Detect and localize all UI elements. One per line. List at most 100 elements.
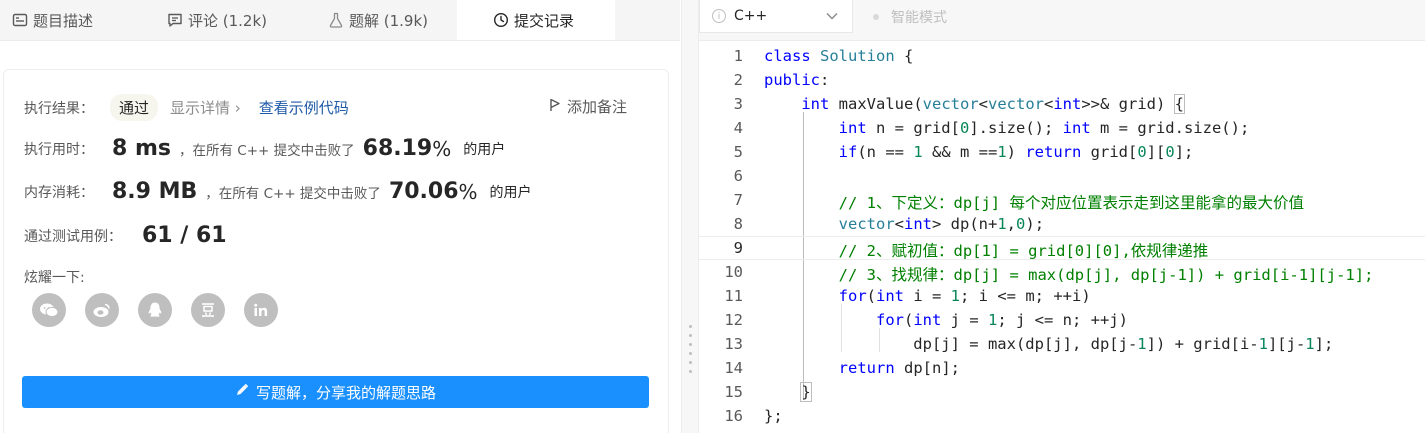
line-number: 12 [724,311,743,329]
write-solution-button[interactable]: 写题解，分享我的解题思路 [22,376,649,408]
memory-key: 内存消耗： [24,184,94,201]
line-number: 13 [724,335,743,353]
drag-handle-icon[interactable] [689,325,693,385]
code-line: 10 // 3、找规律：dp[j] = max(dp[j], dp[j-1]) … [699,260,1425,284]
submission-result-card: 执行结果： 通过 显示详情 › 查看示例代码 添加备注 执行用时： 8 ms ，… [3,69,669,433]
line-number: 10 [724,263,743,281]
code-text: public: [764,71,830,89]
code-comment: // 1、下定义：dp[j] 每个对应位置表示走到这里能拿的最大价值 [764,194,1304,212]
line-number: 14 [724,359,743,377]
code-text: for(int i = 1; i <= m; ++i) [838,287,1091,305]
code-line: 6 [699,164,1425,188]
status-dot-icon [873,13,879,20]
tab-submissions[interactable]: 提交记录 [457,0,615,40]
code-text: }; [764,407,783,425]
qq-icon[interactable] [138,293,172,327]
runtime-percent: 68.19 [362,136,433,161]
code-text: int maxValue(vector<vector<int>>& grid) … [801,94,1186,114]
share-buttons [32,293,297,327]
code-line: 14 return dp[n]; [699,356,1425,380]
write-solution-label: 写题解，分享我的解题思路 [255,383,436,402]
code-text: return dp[n]; [838,359,960,377]
code-line: 2 public: [699,68,1425,92]
smart-mode-label: 智能模式 [891,9,947,26]
memory-users-suffix: 的用户 [489,184,532,201]
line-number: 16 [724,407,743,425]
status-badge: 通过 [110,94,159,121]
tab-comments-label: 评论 (1.2k) [188,11,268,30]
language-select[interactable]: i C++ [699,0,853,33]
add-note-label: 添加备注 [567,98,628,116]
code-text: for(int j = 1; j <= n; ++j) [875,311,1128,329]
code-line-current: 9 // 2、赋初值：dp[1] = grid[0][0],依规律递推 [699,236,1425,260]
code-line: 11 for(int i = 1; i <= m; ++i) [699,284,1425,308]
problem-tabbar: 题目描述 评论 (1.2k) 题解 (1.9k) 提交记录 [0,0,680,41]
status-row: 执行结果： 通过 显示详情 › 查看示例代码 [24,94,349,121]
testcases-key: 通过测试用例： [24,228,122,245]
flask-icon [328,12,344,28]
code-line: 13 dp[j] = max(dp[j], dp[j-1]) + grid[i-… [699,332,1425,356]
code-line: 3 int maxValue(vector<vector<int>>& grid… [699,92,1425,116]
clock-icon [493,12,509,28]
code-line: 5 if(n == 1 && m ==1) return grid[0][0]; [699,140,1425,164]
testcases-value: 61 / 61 [142,223,227,248]
share-label: 炫耀一下: [24,270,85,286]
testcases-row: 通过测试用例： 61 / 61 [24,223,227,248]
code-line: 8 vector<int> dp(n+1,0); [699,212,1425,236]
runtime-percent-sign: % [432,136,452,161]
code-comment: // 2、赋初值：dp[1] = grid[0][0],依规律递推 [764,242,1209,260]
code-text: class Solution { [764,47,914,65]
memory-beat-text: ，在所有 C++ 提交中击败了 [205,185,381,202]
chevron-down-icon [826,9,838,23]
weibo-icon[interactable] [85,293,119,327]
line-number: 2 [733,71,743,89]
code-line: 15 } [699,380,1425,404]
tab-solutions-label: 题解 (1.9k) [349,11,429,30]
runtime-value: 8 ms [112,136,171,161]
status-key: 执行结果： [24,100,94,117]
runtime-row: 执行用时： 8 ms ，在所有 C++ 提交中击败了 68.19% 的用户 [24,136,505,161]
line-number: 4 [733,119,743,137]
code-comment: // 3、找规律：dp[j] = max(dp[j], dp[j-1]) + g… [764,266,1374,284]
view-example-code-link[interactable]: 查看示例代码 [259,97,349,118]
line-number: 6 [733,167,743,185]
code-text: dp[j] = max(dp[j], dp[j-1]) + grid[i-1][… [764,335,1334,353]
editor-toolbar: i C++ 智能模式 [699,0,1425,41]
code-line: 1 class Solution { [699,44,1425,68]
line-number: 1 [733,47,743,65]
line-number: 11 [724,287,743,305]
line-number: 7 [733,191,743,209]
douban-icon[interactable] [191,293,225,327]
tab-comments[interactable]: 评论 (1.2k) [167,0,267,40]
tab-description[interactable]: 题目描述 [12,0,93,40]
document-icon [12,12,28,28]
tab-description-label: 题目描述 [33,11,94,30]
linkedin-icon[interactable] [244,293,278,327]
code-text: int n = grid[0].size(); int m = grid.siz… [838,119,1250,137]
add-note-button[interactable]: 添加备注 [549,96,627,117]
code-text: if(n == 1 && m ==1) return grid[0][0]; [838,143,1194,161]
line-number: 9 [733,239,743,257]
smart-mode-toggle[interactable]: 智能模式 [873,0,947,33]
language-label: C++ [734,8,768,24]
tab-submissions-label: 提交记录 [514,11,575,30]
line-number: 8 [733,215,743,233]
wechat-icon[interactable] [32,293,66,327]
memory-percent-sign: % [458,179,478,204]
line-number: 5 [733,143,743,161]
pencil-icon [235,383,249,401]
runtime-key: 执行用时： [24,141,94,158]
runtime-beat-text: ，在所有 C++ 提交中击败了 [179,142,355,159]
memory-value: 8.9 MB [112,179,198,204]
show-details-link[interactable]: 显示详情 › [170,97,241,118]
code-editor[interactable]: 1 class Solution { 2 public: 3 int maxVa… [699,40,1425,433]
code-text: vector<int> dp(n+1,0); [838,215,1045,233]
code-line: 7 // 1、下定义：dp[j] 每个对应位置表示走到这里能拿的最大价值 [699,188,1425,212]
info-icon: i [712,9,726,23]
comment-icon [167,12,183,28]
memory-percent: 70.06 [388,179,459,204]
code-line: 12 for(int j = 1; j <= n; ++j) [699,308,1425,332]
memory-row: 内存消耗： 8.9 MB ，在所有 C++ 提交中击败了 70.06% 的用户 [24,179,532,204]
tab-solutions[interactable]: 题解 (1.9k) [328,0,428,40]
line-number: 15 [724,383,743,401]
